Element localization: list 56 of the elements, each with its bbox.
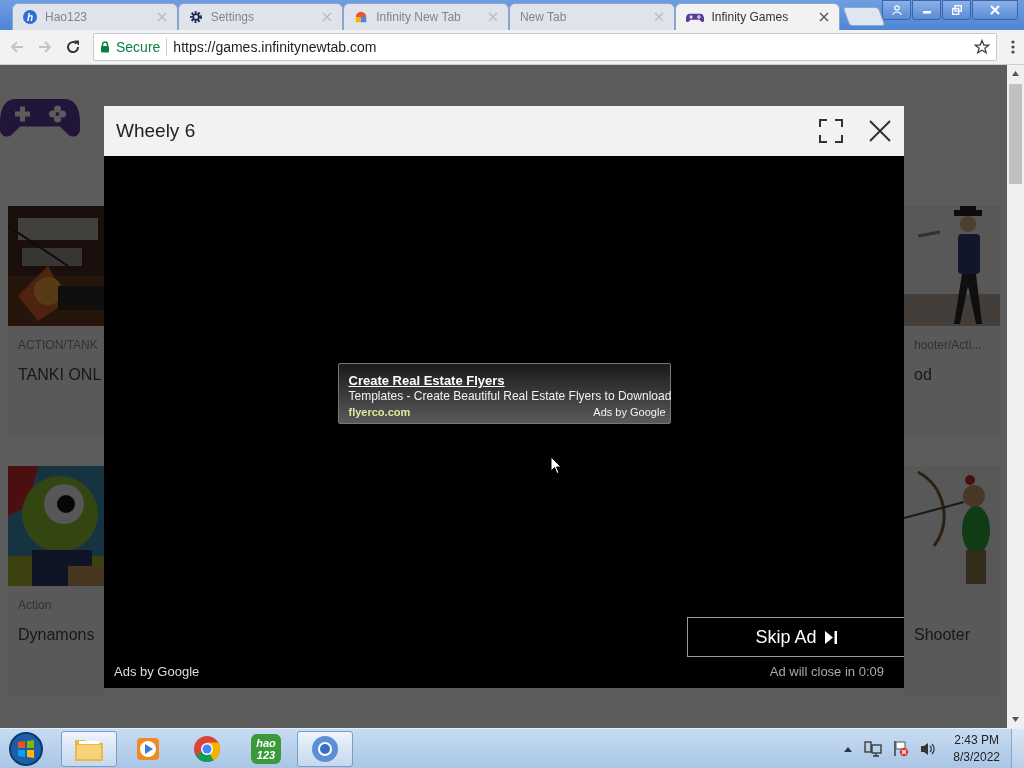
taskbar-button[interactable] bbox=[297, 730, 353, 767]
ad-headline[interactable]: Create Real Estate Flyers bbox=[348, 373, 670, 388]
browser-tab[interactable]: Settings bbox=[177, 3, 344, 30]
fullscreen-icon[interactable] bbox=[819, 119, 843, 143]
browser-tab[interactable]: Infinity Games bbox=[674, 3, 841, 30]
person-icon bbox=[891, 5, 902, 15]
scroll-thumb[interactable] bbox=[1009, 84, 1022, 184]
clock[interactable]: 2:43 PM 8/3/2022 bbox=[953, 731, 1000, 766]
pointer-icon bbox=[550, 456, 562, 475]
url-text: https://games.infinitynewtab.com bbox=[173, 39, 377, 55]
skip-icon bbox=[824, 630, 837, 644]
ad-box[interactable]: Create Real Estate Flyers Templates - Create Beautiful Real Estate Flyers to Download flyerco.com Ads by Google bbox=[337, 363, 671, 424]
gamepad-icon bbox=[685, 11, 704, 23]
restore-icon bbox=[951, 5, 962, 15]
lock-icon bbox=[100, 41, 110, 53]
browser-tab[interactable]: Infinity New Tab bbox=[343, 3, 509, 30]
profile-button[interactable] bbox=[882, 0, 912, 20]
browser-tab[interactable]: h Hao123 bbox=[12, 3, 178, 30]
security-label: Secure bbox=[116, 39, 161, 55]
address-field[interactable]: Secure https://games.infinitynewtab.com bbox=[93, 33, 997, 61]
close-icon[interactable] bbox=[869, 120, 891, 142]
hao-icon: h bbox=[23, 10, 37, 24]
flag-icon[interactable] bbox=[893, 740, 910, 757]
show-hidden-icons-icon[interactable] bbox=[843, 745, 854, 752]
reload-icon[interactable] bbox=[65, 39, 81, 55]
restore-button[interactable] bbox=[942, 0, 972, 20]
close-icon[interactable] bbox=[819, 12, 830, 22]
colorful-square-icon bbox=[354, 10, 369, 24]
hao-logo: hao 123 bbox=[251, 733, 281, 764]
scrollbar[interactable] bbox=[1007, 65, 1024, 728]
menu-icon[interactable] bbox=[1011, 39, 1015, 55]
game-title: Shooter bbox=[913, 625, 972, 644]
minimize-button[interactable] bbox=[912, 0, 942, 20]
countdown-text: Ad will close in 0:09 bbox=[769, 664, 884, 679]
ad-domain[interactable]: flyerco.com bbox=[348, 406, 411, 418]
speaker-icon[interactable] bbox=[920, 740, 937, 757]
ad-attribution: Ads by Google bbox=[114, 664, 200, 679]
close-window-button[interactable] bbox=[972, 0, 1019, 20]
game-title: od bbox=[913, 365, 933, 384]
star-icon[interactable] bbox=[974, 39, 990, 55]
taskbar-button[interactable] bbox=[61, 730, 117, 767]
game-title: Dynamons bbox=[17, 625, 96, 644]
game-title: TANKI ONL bbox=[17, 365, 103, 384]
ad-attribution: Ads by Google bbox=[593, 406, 666, 418]
chromium-icon bbox=[311, 734, 339, 763]
browser-tab[interactable]: New Tab bbox=[508, 3, 675, 30]
taskbar-button[interactable]: hao 123 bbox=[238, 730, 294, 767]
modal-title: Wheely 6 bbox=[116, 120, 196, 142]
close-icon bbox=[990, 5, 1001, 15]
chrome-icon bbox=[193, 734, 221, 763]
new-tab-button[interactable] bbox=[842, 7, 886, 26]
skip-ad-button[interactable]: Skip Ad bbox=[687, 617, 904, 657]
network-icon[interactable] bbox=[864, 740, 883, 757]
media-player-icon bbox=[135, 735, 161, 762]
ad-description: Templates - Create Beautiful Real Estate Flyers to Download bbox=[348, 389, 670, 403]
gear-icon bbox=[188, 10, 203, 24]
